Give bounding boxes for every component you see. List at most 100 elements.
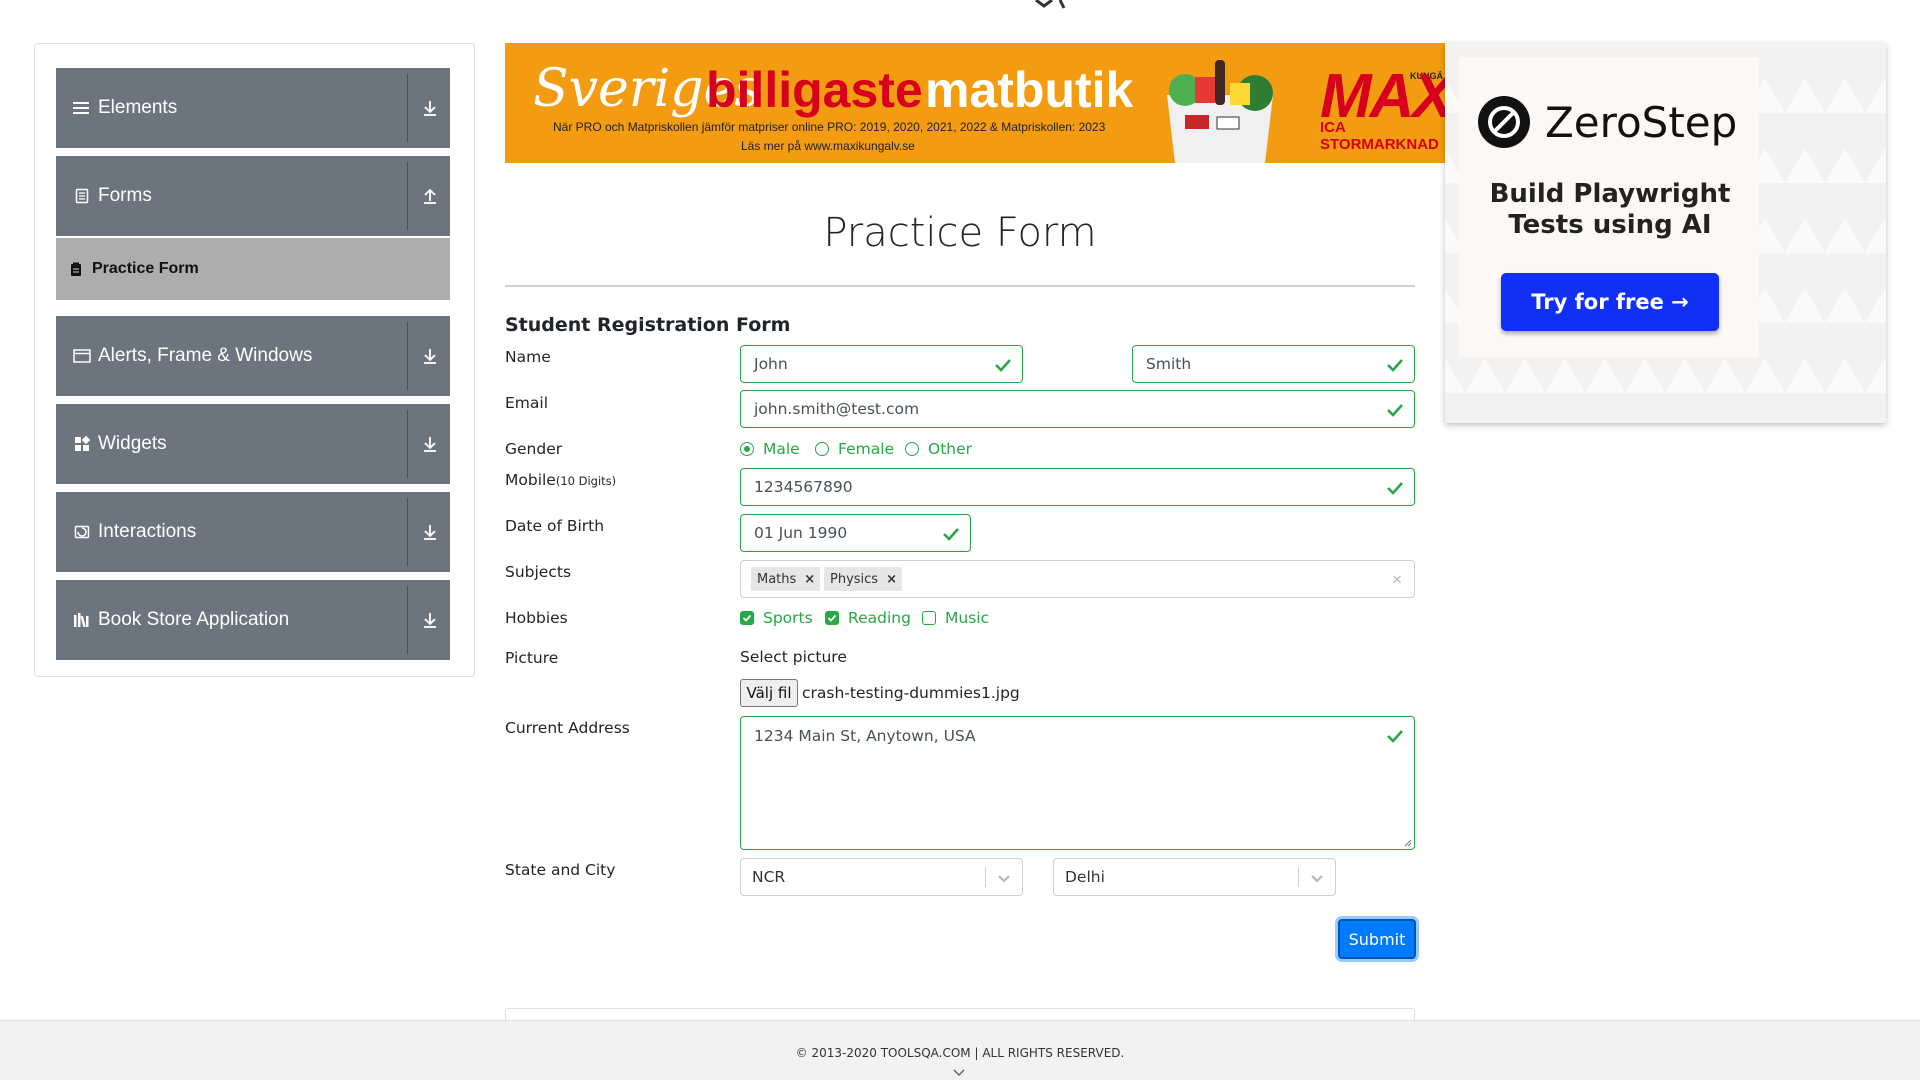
sidebar-group-label: Elements [98, 97, 178, 118]
mobile-input[interactable]: 1234567890 [740, 468, 1415, 506]
first-name-input[interactable]: John [740, 345, 1023, 383]
sidebar-item-label: Practice Form [92, 260, 199, 277]
zerostep-ad[interactable]: ZeroStep Build Playwright Tests using AI… [1445, 43, 1886, 423]
name-label: Name [505, 348, 551, 366]
divider [407, 410, 408, 478]
sidebar-group-label: Book Store Application [98, 609, 290, 630]
sidebar-group-interactions[interactable]: Interactions [56, 492, 450, 572]
dob-value: 01 Jun 1990 [754, 524, 848, 542]
download-icon[interactable] [418, 344, 442, 368]
banner-headline-white: matbutik [925, 62, 1134, 118]
ad-tagline: Build Playwright Tests using AI [1445, 179, 1775, 241]
submit-button[interactable]: Submit [1338, 919, 1416, 959]
gender-label: Gender [505, 440, 563, 458]
subject-tag-label: Physics [830, 571, 879, 587]
clear-all-icon[interactable]: × [1392, 570, 1402, 590]
sidebar-group-label: Interactions [98, 521, 197, 542]
valid-check-icon [1387, 730, 1403, 743]
chosen-file-name: crash-testing-dummies1.jpg [802, 684, 1020, 702]
hamburger-icon [72, 98, 92, 118]
title-divider [505, 285, 1415, 287]
sidebar-group-label: Alerts, Frame & Windows [98, 345, 313, 366]
subjects-input[interactable]: Maths × Physics × × [740, 560, 1415, 598]
sidebar-group-forms[interactable]: Forms [56, 156, 450, 236]
sidebar-group-label: Forms [98, 185, 152, 206]
gender-option-label: Other [928, 440, 973, 458]
download-icon[interactable] [418, 608, 442, 632]
banner-ica-text: ICA STORMARKNAD [1320, 119, 1439, 153]
subjects-label: Subjects [505, 563, 572, 581]
valid-check-icon [1387, 404, 1403, 417]
download-icon[interactable] [418, 520, 442, 544]
gender-radio-other[interactable]: Other [905, 440, 972, 458]
ad-brand-name: ZeroStep [1545, 97, 1738, 147]
current-address-textarea[interactable]: 1234 Main St, Anytown, USA [740, 716, 1415, 850]
sidebar-group-label: Widgets [98, 433, 167, 454]
gender-option-label: Male [763, 440, 800, 458]
site-logo-fragment [1035, 0, 1066, 9]
last-name-value: Smith [1146, 355, 1192, 373]
state-select[interactable]: NCR [740, 858, 1023, 896]
gender-radio-female[interactable]: Female [815, 440, 894, 458]
divider [407, 498, 408, 566]
hobbies-label: Hobbies [505, 609, 568, 627]
footer: © 2013-2020 TOOLSQA.COM | ALL RIGHTS RES… [0, 1020, 1920, 1080]
banner-headline-red: billigaste [706, 62, 923, 118]
banner-line1: När PRO och Matpriskollen jämför matpris… [553, 120, 1106, 134]
choose-file-button[interactable]: Välj fil [740, 679, 798, 707]
form-icon [70, 261, 84, 277]
email-label: Email [505, 394, 549, 412]
hobby-checkbox-music[interactable]: Music [922, 609, 989, 627]
checkbox-box [922, 611, 936, 625]
hobby-checkbox-reading[interactable]: Reading [825, 609, 911, 627]
subject-tag: Physics × [824, 567, 902, 591]
resize-grip-icon[interactable] [1402, 837, 1412, 847]
state-city-label: State and City [505, 861, 616, 879]
email-value: john.smith@test.com [754, 400, 920, 418]
city-value: Delhi [1065, 868, 1105, 886]
dob-label: Date of Birth [505, 517, 605, 535]
mobile-label-text: Mobile [505, 471, 556, 489]
sidebar-item-practice-form[interactable]: Practice Form [56, 238, 450, 300]
banner-line2: Läs mer på www.maxikungalv.se [741, 139, 915, 153]
sidebar-group-elements[interactable]: Elements [56, 68, 450, 148]
sidebar: Elements Forms Practice Form Alerts, Fra… [34, 43, 475, 677]
zerostep-logo-icon [1478, 96, 1530, 148]
banner-ad[interactable]: Sveriges billigaste matbutik När PRO och… [505, 43, 1445, 163]
dob-input[interactable]: 01 Jun 1990 [740, 514, 971, 552]
sidebar-group-alerts[interactable]: Alerts, Frame & Windows [56, 316, 450, 396]
subject-tag: Maths × [751, 567, 821, 591]
address-label: Current Address [505, 719, 630, 737]
checkbox-box [740, 611, 754, 625]
divider [407, 322, 408, 390]
first-name-value: John [754, 355, 788, 373]
hobby-label: Music [945, 609, 990, 627]
widgets-icon [72, 434, 92, 454]
ad-cta-button[interactable]: Try for free → [1501, 273, 1719, 331]
ad-brand: ZeroStep [1477, 95, 1737, 149]
chevron-down-icon [998, 875, 1010, 883]
remove-tag-icon[interactable]: × [804, 572, 815, 587]
email-input[interactable]: john.smith@test.com [740, 390, 1415, 428]
grocery-bag-image [1167, 60, 1273, 163]
gender-option-label: Female [838, 440, 895, 458]
address-value: 1234 Main St, Anytown, USA [754, 727, 976, 745]
sidebar-group-book-store[interactable]: Book Store Application [56, 580, 450, 660]
remove-tag-icon[interactable]: × [886, 572, 897, 587]
divider [407, 586, 408, 654]
last-name-input[interactable]: Smith [1132, 345, 1415, 383]
download-icon[interactable] [418, 432, 442, 456]
sidebar-group-widgets[interactable]: Widgets [56, 404, 450, 484]
mobile-hint: (10 Digits) [555, 474, 617, 488]
select-separator [1298, 867, 1299, 887]
hobby-checkbox-sports[interactable]: Sports [740, 609, 813, 627]
download-icon[interactable] [418, 96, 442, 120]
chevron-down-icon [1311, 875, 1323, 883]
city-select[interactable]: Delhi [1053, 858, 1336, 896]
form-subtitle: Student Registration Form [505, 314, 791, 336]
chevron-down-icon[interactable] [951, 1067, 967, 1079]
ad-tagline-line2: Tests using AI [1508, 210, 1712, 240]
select-picture-label: Select picture [740, 648, 847, 666]
upload-icon[interactable] [418, 184, 442, 208]
gender-radio-male[interactable]: Male [740, 440, 800, 458]
